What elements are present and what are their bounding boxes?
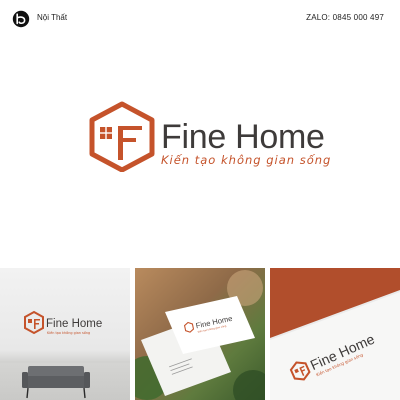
brand-label: Nội Thất — [37, 13, 68, 22]
business-card-scene: Fine Home Kiến tạo không gian sống — [135, 270, 265, 400]
business-card-mockup: Fine Home Kiến tạo không gian sống — [135, 268, 265, 400]
house-logo-icon — [89, 101, 155, 172]
contact-info: ZALO: 0845 000 497 — [306, 13, 384, 22]
top-header: Nội Thất ZALO: 0845 000 497 — [0, 0, 400, 36]
logo-tagline: Kiến tạo không gian sống — [161, 153, 332, 167]
letterhead-mockup: Fine Home Kiến tạo không gian sống — [270, 268, 400, 400]
logo-showcase: Fine Home Kiến tạo không gian sống — [0, 36, 400, 268]
wall-sign-tagline: Kiến tạo không gian sống — [47, 331, 90, 335]
studio-logo-icon — [12, 10, 30, 28]
wall-sign-mockup: Fine Home Kiến tạo không gian sống — [0, 268, 130, 400]
logo-wordmark: Fine Home — [161, 118, 325, 156]
wall-sign-scene: Fine Home Kiến tạo không gian sống — [0, 310, 130, 399]
letterhead-scene: Fine Home Kiến tạo không gian sống — [270, 268, 400, 400]
wall-sign-wordmark: Fine Home — [46, 318, 102, 330]
